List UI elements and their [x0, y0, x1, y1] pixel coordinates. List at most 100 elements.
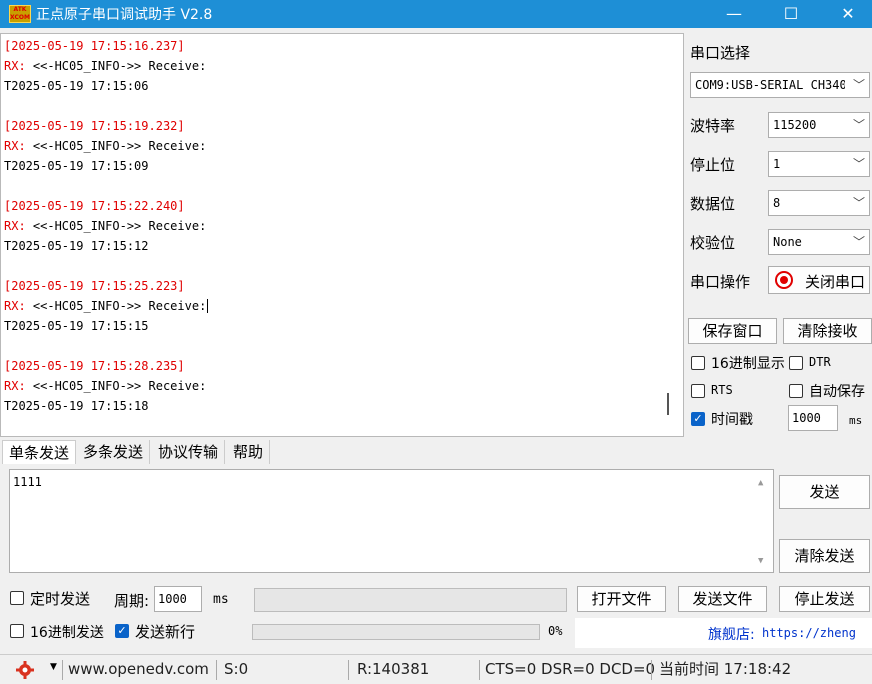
auto-save-checkbox[interactable]: [789, 384, 803, 398]
status-separator: [479, 660, 480, 680]
period-unit: ms: [213, 592, 229, 607]
status-website[interactable]: www.openedv.com: [68, 657, 209, 681]
minimize-button[interactable]: —: [706, 0, 762, 28]
open-file-button[interactable]: 打开文件: [577, 586, 666, 612]
port-status-led-icon: [775, 271, 793, 289]
status-received-count: R:140381: [357, 660, 430, 678]
send-text: 1111: [13, 475, 42, 489]
store-label: 旗舰店:: [708, 627, 755, 643]
clear-receive-button[interactable]: 清除接收: [783, 318, 872, 344]
stop-send-button[interactable]: 停止发送: [779, 586, 870, 612]
rx-tag: RX:: [4, 379, 26, 393]
log-entry: [2025-05-19 17:15:19.232] RX: <<-HC05_IN…: [4, 116, 206, 176]
port-select[interactable]: COM9:USB-SERIAL CH340 ﹀: [690, 72, 870, 98]
data-bits-select[interactable]: 8 ﹀: [768, 190, 870, 216]
parity-select[interactable]: None ﹀: [768, 229, 870, 255]
scroll-down-icon[interactable]: ▼: [758, 556, 763, 566]
file-path-field[interactable]: [254, 588, 567, 612]
chevron-down-icon: ﹀: [852, 235, 865, 249]
log-payload: T2025-05-19 17:15:18: [4, 399, 149, 413]
parity-value: None: [773, 235, 802, 249]
close-port-label: 关闭串口: [805, 273, 866, 291]
tab-protocol[interactable]: 协议传输: [152, 440, 226, 464]
hex-send-checkbox[interactable]: [10, 624, 24, 638]
tab-single-send[interactable]: 单条发送: [2, 440, 77, 464]
port-label: 串口选择: [690, 44, 751, 62]
log-timestamp: [2025-05-19 17:15:28.235]: [4, 359, 185, 373]
send-button[interactable]: 发送: [779, 475, 870, 509]
log-message: <<-HC05_INFO->> Receive:: [25, 219, 207, 233]
status-modem-lines: CTS=0 DSR=0 DCD=0: [485, 660, 656, 678]
send-newline-checkbox[interactable]: ✓: [115, 624, 129, 638]
scrollbar-thumb[interactable]: [667, 393, 669, 415]
rts-label: RTS: [711, 383, 733, 397]
chevron-down-icon: ﹀: [852, 157, 865, 171]
rx-tag: RX:: [4, 59, 26, 73]
text-cursor: [207, 299, 209, 313]
timestamp-unit: ms: [849, 414, 863, 427]
close-port-button[interactable]: 关闭串口: [768, 266, 870, 294]
send-progress-percent: 0%: [548, 624, 563, 638]
log-entry: [2025-05-19 17:15:28.235] RX: <<-HC05_IN…: [4, 356, 206, 416]
save-window-button[interactable]: 保存窗口: [688, 318, 777, 344]
rts-checkbox[interactable]: [691, 384, 705, 398]
status-separator: [651, 660, 652, 680]
scroll-up-icon[interactable]: ▲: [758, 478, 763, 488]
send-scrollbar[interactable]: ▲ ▼: [754, 470, 773, 572]
statusbar-divider: [0, 654, 872, 655]
log-payload: T2025-05-19 17:15:15: [4, 319, 149, 333]
send-input[interactable]: 1111 ▲ ▼: [9, 469, 774, 573]
log-timestamp: [2025-05-19 17:15:19.232]: [4, 119, 185, 133]
store-banner[interactable]: 旗舰店: https://zheng: [575, 618, 872, 648]
log-entry: [2025-05-19 17:15:16.237] RX: <<-HC05_IN…: [4, 36, 206, 96]
timed-send-label: 定时发送: [30, 590, 91, 608]
chevron-down-icon: ﹀: [852, 78, 865, 92]
log-timestamp: [2025-05-19 17:15:22.240]: [4, 199, 185, 213]
title-bar[interactable]: ATK XCOM 正点原子串口调试助手 V2.8 — ☐ ✕: [0, 0, 872, 28]
hex-send-label: 16进制发送: [30, 625, 104, 641]
status-separator: [62, 660, 63, 680]
status-separator: [348, 660, 349, 680]
tab-multi-send[interactable]: 多条发送: [77, 440, 151, 464]
receive-scrollbar[interactable]: [657, 35, 683, 435]
stop-bits-select[interactable]: 1 ﹀: [768, 151, 870, 177]
data-bits-label: 数据位: [690, 195, 736, 213]
maximize-button[interactable]: ☐: [763, 0, 819, 28]
baud-select[interactable]: 115200 ﹀: [768, 112, 870, 138]
port-value: COM9:USB-SERIAL CH340: [695, 78, 845, 92]
clear-send-button[interactable]: 清除发送: [779, 539, 870, 573]
timed-send-checkbox[interactable]: [10, 591, 24, 605]
close-button[interactable]: ✕: [820, 0, 872, 28]
timestamp-checkbox[interactable]: ✓: [691, 412, 705, 426]
log-message: <<-HC05_INFO->> Receive:: [25, 379, 207, 393]
app-logo-icon: ATK XCOM: [9, 5, 31, 23]
receive-area[interactable]: [2025-05-19 17:15:16.237] RX: <<-HC05_IN…: [0, 33, 684, 437]
chevron-down-icon: ﹀: [852, 196, 865, 210]
dtr-checkbox[interactable]: [789, 356, 803, 370]
stop-bits-label: 停止位: [690, 156, 736, 174]
baud-label: 波特率: [690, 117, 736, 135]
status-sent-count: S:0: [224, 660, 249, 678]
send-file-button[interactable]: 发送文件: [678, 586, 767, 612]
auto-save-label: 自动保存: [809, 384, 865, 400]
settings-gear-icon[interactable]: [14, 660, 36, 680]
period-label: 周期:: [114, 592, 150, 610]
log-payload: T2025-05-19 17:15:06: [4, 79, 149, 93]
dtr-label: DTR: [809, 355, 831, 369]
log-timestamp: [2025-05-19 17:15:25.223]: [4, 279, 185, 293]
menu-dropdown-icon[interactable]: ▼: [50, 662, 57, 672]
hex-display-checkbox[interactable]: [691, 356, 705, 370]
log-message: <<-HC05_INFO->> Receive:: [25, 139, 207, 153]
tab-help[interactable]: 帮助: [227, 440, 271, 464]
status-current-time: 当前时间 17:18:42: [659, 660, 792, 678]
log-payload: T2025-05-19 17:15:12: [4, 239, 149, 253]
log-message: <<-HC05_INFO->> Receive:: [25, 59, 207, 73]
data-bits-value: 8: [773, 196, 781, 210]
log-entry: [2025-05-19 17:15:22.240] RX: <<-HC05_IN…: [4, 196, 206, 256]
timestamp-interval-input[interactable]: 1000: [788, 405, 838, 431]
rx-tag: RX:: [4, 219, 26, 233]
log-entry: [2025-05-19 17:15:25.223] RX: <<-HC05_IN…: [4, 276, 209, 336]
period-input[interactable]: 1000: [154, 586, 202, 612]
store-link[interactable]: https://zheng: [762, 626, 856, 640]
stop-bits-value: 1: [773, 157, 781, 171]
